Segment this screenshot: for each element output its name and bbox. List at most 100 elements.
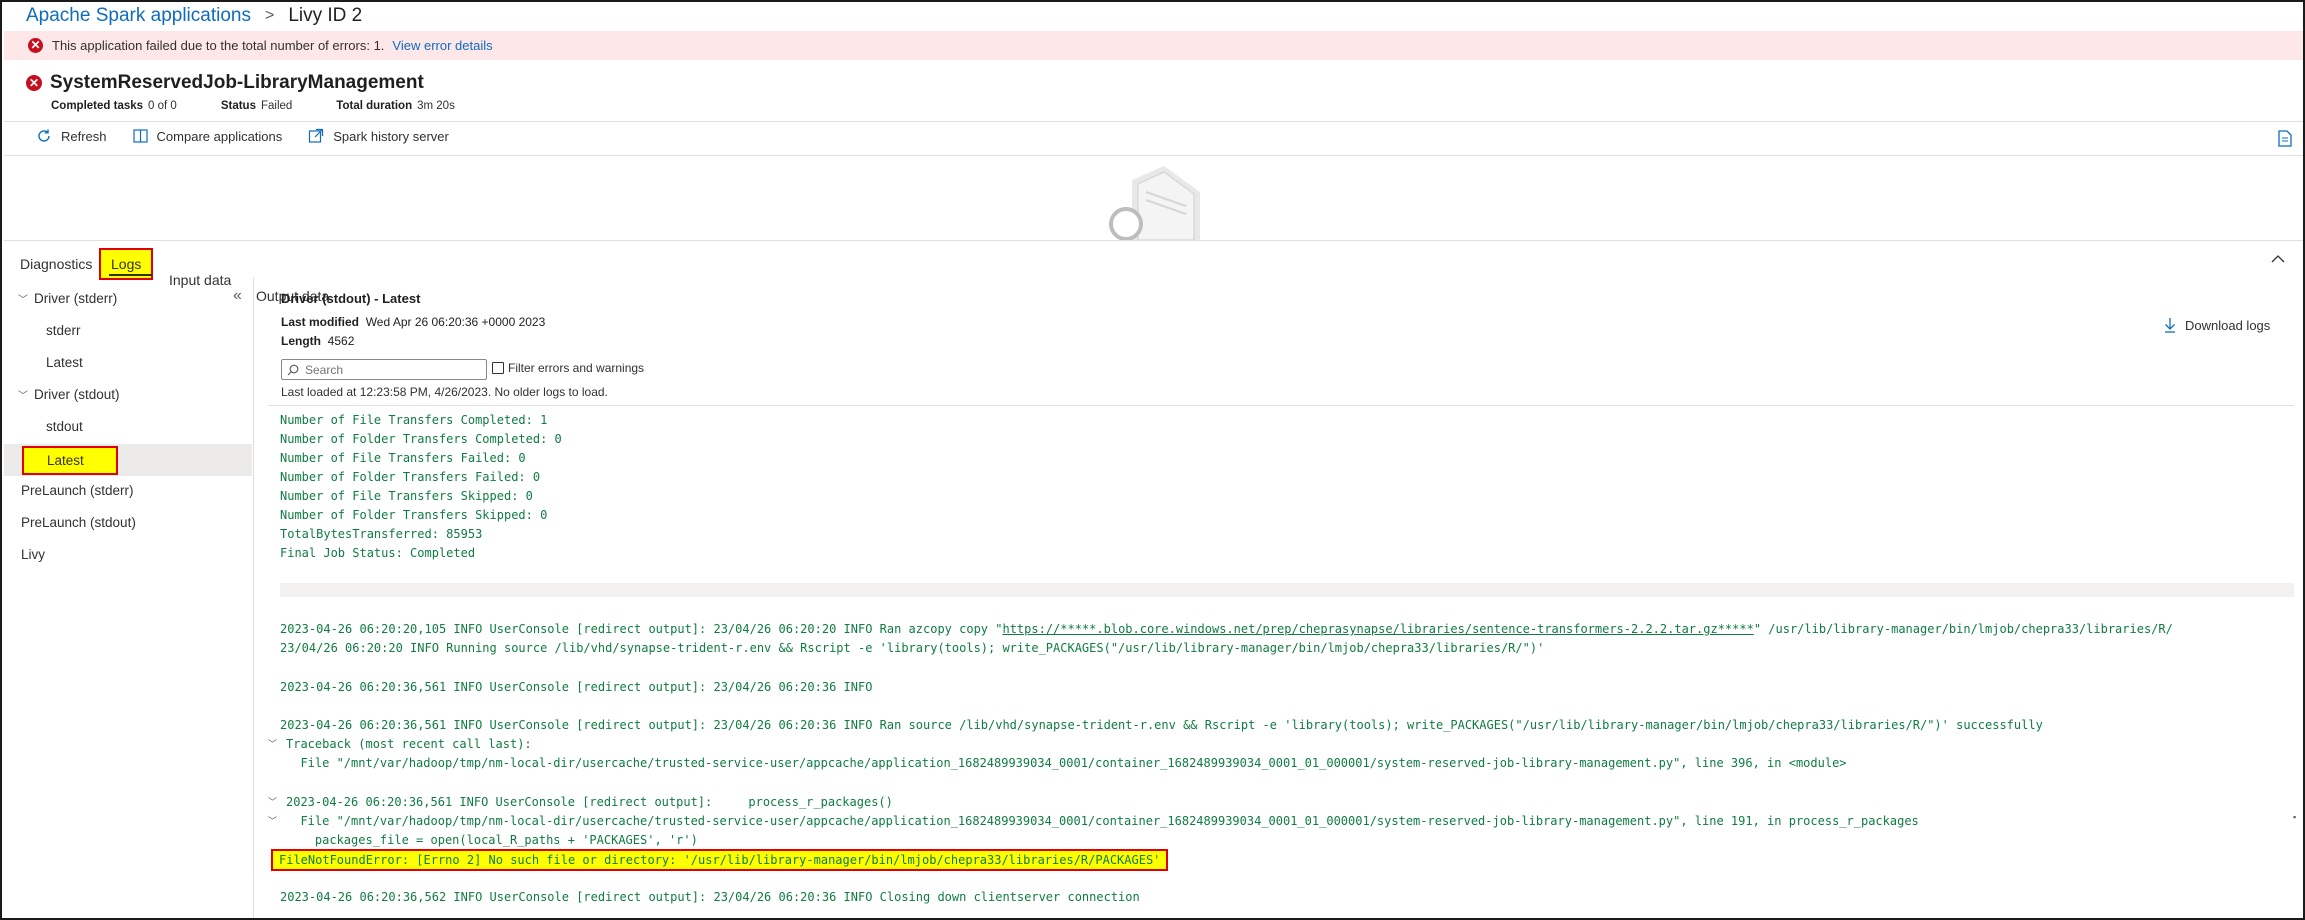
breadcrumb-separator: > [264, 7, 275, 24]
last-modified-label: Last modified [281, 315, 360, 329]
log-line: Number of File Transfers Skipped: 0 [280, 489, 533, 503]
completed-tasks-value: 0 of 0 [148, 100, 177, 112]
divider [4, 155, 2303, 156]
filter-label: Filter errors and warnings [508, 361, 645, 375]
tree-item-stderr[interactable]: stderr [4, 316, 252, 346]
chevron-down-icon[interactable]: ﹀ [268, 737, 277, 750]
chevron-down-icon[interactable]: ﹀ [268, 795, 277, 808]
toolbar: Refresh Compare applications Spark histo… [36, 128, 475, 144]
file-not-found-error-line: FileNotFoundError: [Errno 2] No such fil… [271, 849, 1169, 871]
log-line: 23/04/26 06:20:20 INFO Running source /l… [280, 641, 1545, 655]
log-line: File "/mnt/var/hadoop/tmp/nm-local-dir/u… [286, 756, 1847, 770]
tree-item-prelaunch-stderr[interactable]: PreLaunch (stderr) [4, 476, 252, 506]
application-title: ✕ SystemReservedJob-LibraryManagement [26, 72, 424, 94]
tree-item-stderr-latest[interactable]: Latest [4, 348, 252, 378]
tab-input-data[interactable]: Input data [169, 272, 2303, 288]
status-value: Failed [260, 100, 293, 112]
download-logs-button[interactable]: Download logs [2164, 317, 2270, 333]
compare-label: Compare applications [156, 128, 283, 144]
duration-value: 3m 20s [417, 100, 455, 112]
app-window: Apache Spark applications > Livy ID 2 ✕ … [0, 0, 2305, 920]
chevron-down-icon: ﹀ [18, 295, 28, 306]
search-input[interactable] [305, 362, 475, 377]
completed-tasks: Completed tasks 0 of 0 [51, 100, 177, 112]
tab-output-data[interactable]: Output data [256, 288, 2303, 304]
search-icon [287, 364, 299, 375]
chevron-down-icon[interactable]: ﹀ [268, 814, 277, 827]
log-panel-title: Driver (stdout) - Latest [281, 291, 421, 306]
tree-item-prelaunch-stdout[interactable]: PreLaunch (stdout) [4, 508, 252, 538]
duration-label: Total duration [336, 100, 413, 112]
checkbox-icon[interactable] [492, 362, 504, 374]
log-line: Traceback (most recent call last): [286, 737, 532, 751]
length-value: 4562 [327, 334, 355, 348]
blob-url-link[interactable]: https://*****.blob.core.windows.net/prep… [1002, 622, 1753, 636]
length-label: Length [281, 334, 321, 348]
refresh-icon [38, 129, 50, 142]
log-line: Number of Folder Transfers Failed: 0 [280, 470, 541, 484]
last-modified-value: Wed Apr 26 06:20:36 +0000 2023 [365, 315, 546, 329]
error-banner-message: This application failed due to the total… [52, 38, 385, 53]
tree-group-driver-stderr[interactable]: ﹀ Driver (stderr) [4, 284, 252, 314]
compare-applications-button[interactable]: Compare applications [132, 128, 283, 144]
log-line: 2023-04-26 06:20:36,561 INFO UserConsole… [280, 680, 873, 694]
tab-logs-underline [109, 274, 152, 276]
empty-graph-illustration [1102, 162, 1212, 245]
history-label: Spark history server [333, 128, 449, 144]
download-icon [2165, 318, 2175, 333]
failed-status-icon: ✕ [26, 75, 42, 91]
tree-item-stdout[interactable]: stdout [4, 412, 252, 442]
error-icon: ✕ [28, 38, 43, 53]
scrollbar-indicator[interactable]: ▪ [2293, 812, 2296, 822]
compare-icon [132, 129, 148, 143]
status: Status Failed [221, 100, 292, 112]
log-line: 2023-04-26 06:20:36,561 INFO UserConsole… [280, 718, 2043, 732]
log-line: TotalBytesTransferred: 85953 [280, 527, 483, 541]
tab-diagnostics[interactable]: Diagnostics [20, 256, 2303, 272]
last-modified: Last modified Wed Apr 26 06:20:36 +0000 … [281, 315, 545, 329]
total-duration: Total duration 3m 20s [336, 100, 455, 112]
log-line: 2023-04-26 06:20:20,105 INFO UserConsole… [280, 620, 2173, 639]
document-icon[interactable] [2278, 130, 2292, 152]
log-length: Length 4562 [281, 334, 354, 348]
collapse-panel-icon[interactable] [2271, 250, 2285, 266]
spark-history-server-button[interactable]: Spark history server [308, 128, 449, 144]
error-banner: ✕ This application failed due to the tot… [4, 31, 2303, 60]
breadcrumb: Apache Spark applications > Livy ID 2 [26, 5, 362, 27]
open-external-icon [309, 128, 324, 143]
tree-item-label: Driver (stderr) [34, 291, 118, 306]
application-summary: Completed tasks 0 of 0 Status Failed Total… [51, 100, 455, 112]
breadcrumb-current: Livy ID 2 [288, 5, 363, 26]
log-line: 2023-04-26 06:20:36,562 INFO UserConsole… [280, 890, 1140, 904]
refresh-label: Refresh [61, 128, 107, 144]
status-label: Status [220, 100, 256, 112]
refresh-button[interactable]: Refresh [36, 128, 107, 144]
divider [4, 121, 2303, 122]
last-loaded-text: Last loaded at 12:23:58 PM, 4/26/2023. N… [281, 385, 608, 399]
log-text: 2023-04-26 06:20:20,105 INFO UserConsole… [280, 622, 1003, 636]
completed-tasks-label: Completed tasks [51, 100, 144, 112]
log-tree-sidebar: ﹀ Driver (stderr) stderr Latest ﹀ Driver (… [4, 277, 254, 918]
filter-errors-checkbox[interactable]: Filter errors and warnings [492, 361, 644, 375]
download-logs-label: Download logs [2185, 317, 2271, 333]
tree-item-livy[interactable]: Livy [4, 540, 252, 570]
log-line: Final Job Status: Completed [280, 546, 476, 560]
log-line: Number of File Transfers Completed: 1 [280, 413, 548, 427]
tree-group-driver-stdout[interactable]: ﹀ Driver (stdout) [4, 380, 252, 410]
log-line: 2023-04-26 06:20:36,561 INFO UserConsole… [286, 795, 893, 809]
tree-item-stdout-latest[interactable]: Latest [4, 444, 252, 476]
log-search-box[interactable] [281, 359, 487, 380]
tree-item-label: Latest [22, 446, 118, 475]
breadcrumb-root-link[interactable]: Apache Spark applications [26, 5, 251, 27]
log-line: packages_file = open(local_R_paths + 'PA… [286, 833, 698, 847]
log-viewer: Number of File Transfers Completed: 1 Nu… [268, 405, 2294, 918]
log-line: File "/mnt/var/hadoop/tmp/nm-local-dir/u… [286, 814, 1919, 828]
view-error-details-link[interactable]: View error details [392, 38, 492, 53]
collapse-sidebar-icon[interactable]: « [233, 287, 242, 305]
tree-item-label: Driver (stdout) [34, 387, 120, 402]
divider [4, 240, 2303, 241]
chevron-down-icon: ﹀ [18, 391, 28, 402]
application-name: SystemReservedJob-LibraryManagement [50, 72, 424, 93]
log-text: " /usr/lib/library-manager/bin/lmjob/che… [1753, 622, 2173, 636]
log-line: Number of File Transfers Failed: 0 [280, 451, 526, 465]
